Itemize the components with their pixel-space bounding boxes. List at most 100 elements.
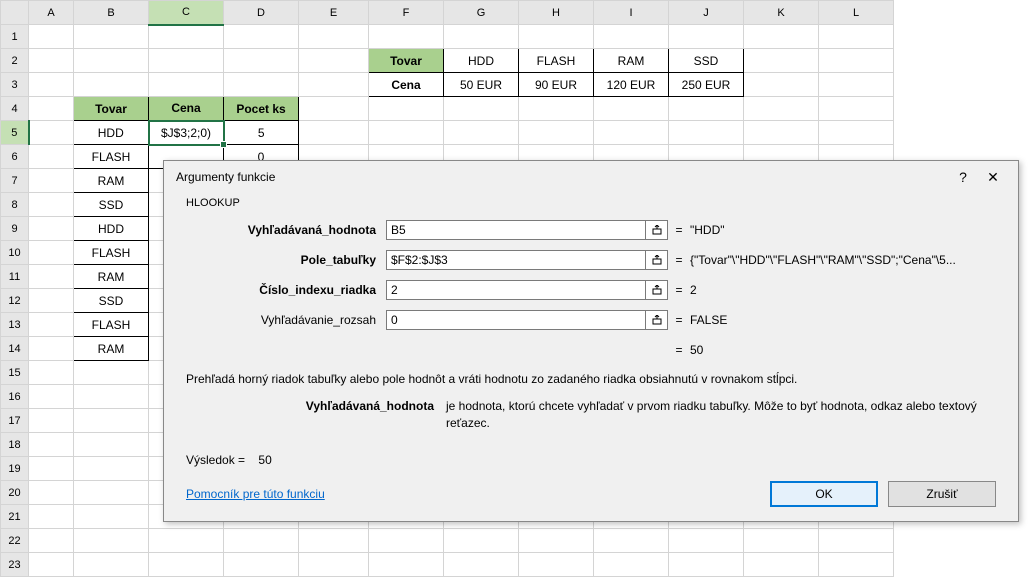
- cell-C5[interactable]: $J$3;2;0): [149, 121, 224, 145]
- cell-A8[interactable]: [29, 193, 74, 217]
- cell-L22[interactable]: [819, 529, 894, 553]
- row-header-5[interactable]: 5: [1, 121, 29, 145]
- cell-A15[interactable]: [29, 361, 74, 385]
- cell-B6[interactable]: FLASH: [74, 145, 149, 169]
- cell-H2[interactable]: FLASH: [519, 49, 594, 73]
- cell-L23[interactable]: [819, 553, 894, 577]
- col-header-C[interactable]: C: [149, 1, 224, 25]
- cell-B15[interactable]: [74, 361, 149, 385]
- cell-B5[interactable]: HDD: [74, 121, 149, 145]
- cell-B3[interactable]: [74, 73, 149, 97]
- cell-J4[interactable]: [669, 97, 744, 121]
- row-header-15[interactable]: 15: [1, 361, 29, 385]
- cell-I23[interactable]: [594, 553, 669, 577]
- cell-B4[interactable]: Tovar: [74, 97, 149, 121]
- cell-J22[interactable]: [669, 529, 744, 553]
- cell-B23[interactable]: [74, 553, 149, 577]
- cell-A23[interactable]: [29, 553, 74, 577]
- cell-L5[interactable]: [819, 121, 894, 145]
- cell-E5[interactable]: [299, 121, 369, 145]
- cell-H1[interactable]: [519, 25, 594, 49]
- cell-A20[interactable]: [29, 481, 74, 505]
- cell-E23[interactable]: [299, 553, 369, 577]
- cell-D1[interactable]: [224, 25, 299, 49]
- col-header-K[interactable]: K: [744, 1, 819, 25]
- cell-B14[interactable]: RAM: [74, 337, 149, 361]
- cell-B22[interactable]: [74, 529, 149, 553]
- cell-B11[interactable]: RAM: [74, 265, 149, 289]
- cell-G3[interactable]: 50 EUR: [444, 73, 519, 97]
- col-header-E[interactable]: E: [299, 1, 369, 25]
- cell-J3[interactable]: 250 EUR: [669, 73, 744, 97]
- arg-input-3[interactable]: [386, 310, 646, 330]
- row-header-20[interactable]: 20: [1, 481, 29, 505]
- cell-A12[interactable]: [29, 289, 74, 313]
- cell-K22[interactable]: [744, 529, 819, 553]
- select-all-corner[interactable]: [1, 1, 29, 25]
- arg-input-0[interactable]: [386, 220, 646, 240]
- cell-B20[interactable]: [74, 481, 149, 505]
- row-header-11[interactable]: 11: [1, 265, 29, 289]
- ok-button[interactable]: OK: [770, 481, 878, 507]
- cell-A9[interactable]: [29, 217, 74, 241]
- cell-A18[interactable]: [29, 433, 74, 457]
- row-header-8[interactable]: 8: [1, 193, 29, 217]
- cell-A10[interactable]: [29, 241, 74, 265]
- cell-F1[interactable]: [369, 25, 444, 49]
- cell-B9[interactable]: HDD: [74, 217, 149, 241]
- arg-input-2[interactable]: [386, 280, 646, 300]
- cell-E1[interactable]: [299, 25, 369, 49]
- cell-A3[interactable]: [29, 73, 74, 97]
- cancel-button[interactable]: Zrušiť: [888, 481, 996, 507]
- col-header-L[interactable]: L: [819, 1, 894, 25]
- range-selector-icon[interactable]: [646, 310, 668, 330]
- cell-A2[interactable]: [29, 49, 74, 73]
- cell-B17[interactable]: [74, 409, 149, 433]
- close-icon[interactable]: ✕: [978, 169, 1008, 186]
- cell-E2[interactable]: [299, 49, 369, 73]
- col-header-H[interactable]: H: [519, 1, 594, 25]
- cell-A7[interactable]: [29, 169, 74, 193]
- cell-H4[interactable]: [519, 97, 594, 121]
- cell-C23[interactable]: [149, 553, 224, 577]
- col-header-G[interactable]: G: [444, 1, 519, 25]
- row-header-1[interactable]: 1: [1, 25, 29, 49]
- col-header-F[interactable]: F: [369, 1, 444, 25]
- cell-E22[interactable]: [299, 529, 369, 553]
- cell-H23[interactable]: [519, 553, 594, 577]
- row-header-17[interactable]: 17: [1, 409, 29, 433]
- cell-L4[interactable]: [819, 97, 894, 121]
- cell-H5[interactable]: [519, 121, 594, 145]
- cell-J1[interactable]: [669, 25, 744, 49]
- cell-B10[interactable]: FLASH: [74, 241, 149, 265]
- col-header-A[interactable]: A: [29, 1, 74, 25]
- col-header-B[interactable]: B: [74, 1, 149, 25]
- cell-G1[interactable]: [444, 25, 519, 49]
- cell-L2[interactable]: [819, 49, 894, 73]
- cell-C1[interactable]: [149, 25, 224, 49]
- cell-G4[interactable]: [444, 97, 519, 121]
- row-header-16[interactable]: 16: [1, 385, 29, 409]
- row-header-21[interactable]: 21: [1, 505, 29, 529]
- cell-L1[interactable]: [819, 25, 894, 49]
- cell-K1[interactable]: [744, 25, 819, 49]
- cell-E4[interactable]: [299, 97, 369, 121]
- row-header-3[interactable]: 3: [1, 73, 29, 97]
- cell-B7[interactable]: RAM: [74, 169, 149, 193]
- cell-G22[interactable]: [444, 529, 519, 553]
- range-selector-icon[interactable]: [646, 220, 668, 240]
- cell-B16[interactable]: [74, 385, 149, 409]
- cell-A13[interactable]: [29, 313, 74, 337]
- cell-C3[interactable]: [149, 73, 224, 97]
- col-header-I[interactable]: I: [594, 1, 669, 25]
- help-icon[interactable]: ?: [948, 169, 978, 185]
- cell-I3[interactable]: 120 EUR: [594, 73, 669, 97]
- cell-B12[interactable]: SSD: [74, 289, 149, 313]
- row-header-2[interactable]: 2: [1, 49, 29, 73]
- cell-K3[interactable]: [744, 73, 819, 97]
- col-header-D[interactable]: D: [224, 1, 299, 25]
- cell-D3[interactable]: [224, 73, 299, 97]
- cell-G23[interactable]: [444, 553, 519, 577]
- cell-K2[interactable]: [744, 49, 819, 73]
- row-header-13[interactable]: 13: [1, 313, 29, 337]
